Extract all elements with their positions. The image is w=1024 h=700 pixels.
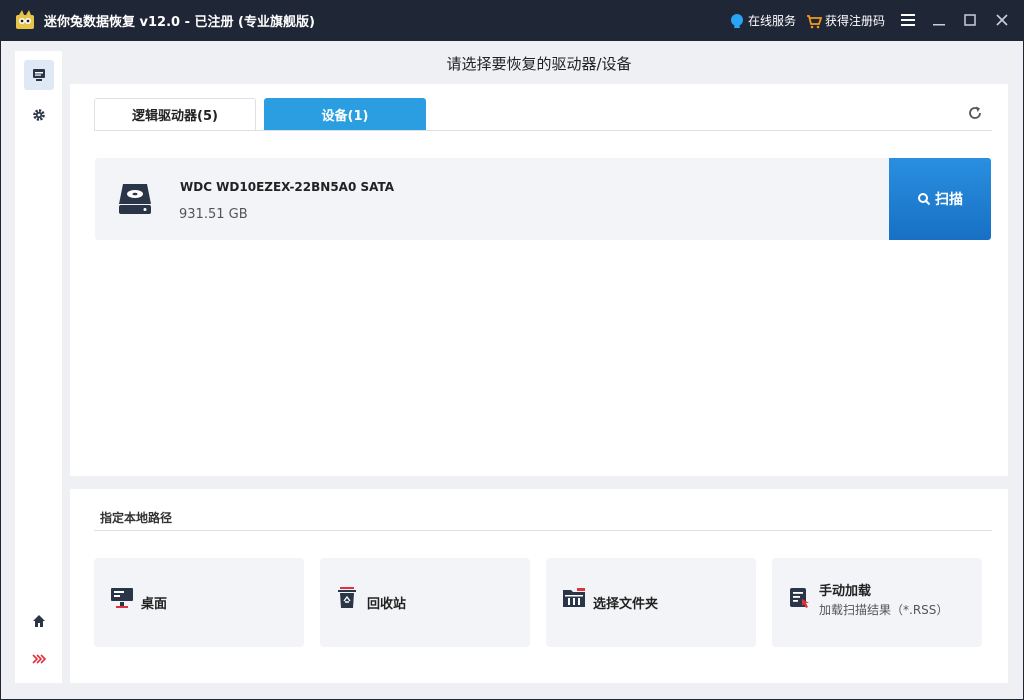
card-recycle-bin[interactable]: 回收站 [320, 558, 530, 647]
app-title: 迷你兔数据恢复 v12.0 - 已注册 (专业旗舰版) [44, 15, 315, 30]
local-path-panel: 指定本地路径 桌面 回收站 选择文件夹 手动加载 加载扫描结果（*.RSS） [70, 489, 1008, 683]
cart-icon [807, 14, 822, 28]
gear-icon [33, 109, 45, 121]
title-bar: 迷你兔数据恢复 v12.0 - 已注册 (专业旗舰版) 在线服务 获得注册码 [0, 0, 1024, 40]
card-manual-label: 手动加载 [819, 584, 872, 599]
page-title: 请选择要恢复的驱动器/设备 [446, 55, 632, 73]
app-logo-icon [16, 10, 34, 29]
menu-button[interactable] [898, 10, 918, 30]
refresh-icon[interactable] [966, 104, 984, 122]
hard-disk-icon [119, 184, 151, 214]
maximize-icon [964, 14, 976, 26]
minimize-button[interactable] [929, 10, 949, 30]
sidebar-item-home[interactable] [24, 606, 54, 636]
card-recycle-label: 回收站 [367, 597, 407, 612]
scan-label: 扫描 [935, 192, 963, 208]
minimize-icon [933, 24, 945, 26]
section-title: 指定本地路径 [100, 511, 173, 525]
scan-button[interactable]: 扫描 [889, 158, 991, 240]
card-select-folder[interactable]: 选择文件夹 [546, 558, 756, 647]
sidebar-item-expand[interactable] [24, 644, 54, 674]
tab-devices[interactable]: 设备(1) [264, 98, 426, 130]
drive-recovery-icon [33, 69, 45, 81]
sidebar [15, 51, 62, 683]
sidebar-item-recovery[interactable] [24, 60, 54, 90]
hamburger-icon [901, 14, 915, 26]
online-service-link[interactable]: 在线服务 [729, 12, 796, 29]
close-icon [996, 14, 1008, 26]
card-manual-sublabel: 加载扫描结果（*.RSS） [819, 603, 949, 617]
home-icon [33, 615, 45, 627]
expand-chevrons-icon [32, 654, 46, 664]
tab-divider [94, 130, 992, 131]
close-button[interactable] [992, 10, 1012, 30]
card-folder-label: 选择文件夹 [593, 597, 659, 612]
desktop-icon [111, 588, 133, 608]
online-service-label: 在线服务 [748, 14, 797, 28]
card-desktop[interactable]: 桌面 [94, 558, 304, 647]
device-size: 931.51 GB [179, 207, 248, 222]
device-name: WDC WD10EZEX-22BN5A0 SATA [180, 180, 395, 194]
get-code-link[interactable]: 获得注册码 [806, 12, 885, 29]
tab-logical-drives[interactable]: 逻辑驱动器(5) [94, 98, 256, 130]
section-divider [94, 530, 992, 531]
card-manual-load[interactable]: 手动加载 加载扫描结果（*.RSS） [772, 558, 982, 647]
folder-icon [563, 588, 585, 607]
main-window: 请选择要恢复的驱动器/设备 逻辑驱动器(5) 设备(1) WDC WD10EZE… [0, 40, 1024, 700]
recycle-bin-icon [338, 587, 356, 608]
chat-bubble-icon [731, 13, 743, 28]
device-panel: 逻辑驱动器(5) 设备(1) WDC WD10EZEX-22BN5A0 SATA… [70, 84, 1008, 476]
card-desktop-label: 桌面 [141, 597, 168, 612]
manual-load-icon [790, 588, 809, 608]
get-code-label: 获得注册码 [825, 14, 886, 28]
sidebar-item-settings[interactable] [24, 100, 54, 130]
search-icon [918, 193, 931, 206]
maximize-button[interactable] [960, 10, 980, 30]
device-row[interactable]: WDC WD10EZEX-22BN5A0 SATA 931.51 GB 扫描 [95, 158, 991, 240]
